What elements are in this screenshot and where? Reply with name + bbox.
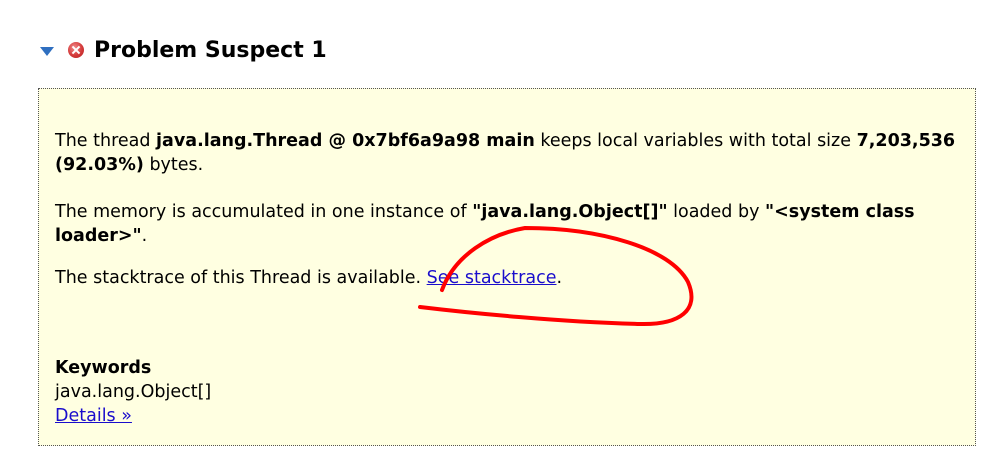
thread-name: java.lang.Thread @ 0x7bf6a9a98 main [156, 131, 535, 151]
keywords-heading: Keywords [55, 358, 152, 378]
text-fragment: loaded by [667, 202, 765, 222]
suspect-header: Problem Suspect 1 [40, 30, 327, 70]
keyword-item: java.lang.Object[] [55, 382, 212, 402]
text-fragment: bytes. [143, 155, 204, 175]
see-stacktrace-link[interactable]: See stacktrace [427, 268, 557, 288]
text-fragment: The stacktrace of this Thread is availab… [55, 268, 427, 288]
object-type: "java.lang.Object[]" [472, 202, 668, 222]
stacktrace-description: The stacktrace of this Thread is availab… [55, 266, 960, 290]
text-fragment: . [141, 226, 148, 246]
memory-description: The memory is accumulated in one instanc… [55, 200, 960, 248]
error-icon [68, 42, 84, 58]
text-fragment: . [556, 268, 563, 288]
suspect-title: Problem Suspect 1 [94, 37, 327, 63]
text-fragment: The thread [55, 131, 157, 151]
details-link[interactable]: Details » [55, 406, 132, 426]
thread-description: The thread java.lang.Thread @ 0x7bf6a9a9… [55, 129, 960, 177]
suspect-panel: The thread java.lang.Thread @ 0x7bf6a9a9… [38, 88, 976, 446]
text-fragment: The memory is accumulated in one instanc… [55, 202, 473, 222]
collapse-triangle-icon[interactable] [40, 47, 54, 56]
text-fragment: keeps local variables with total size [534, 131, 857, 151]
